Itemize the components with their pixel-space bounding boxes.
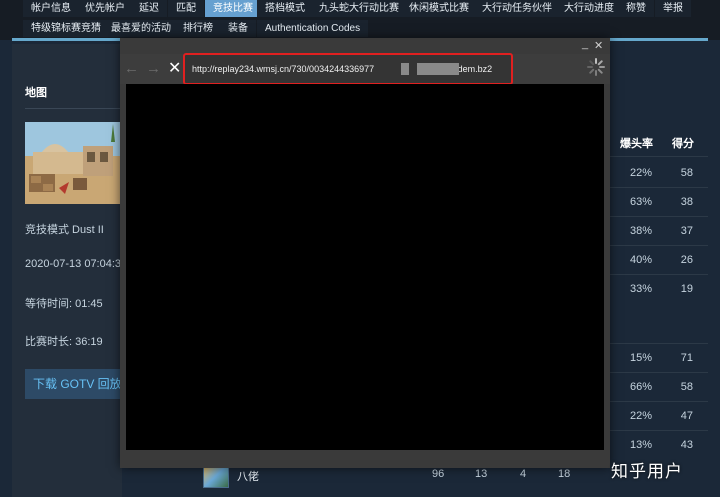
tab-favorite-events[interactable]: 最喜爱的活动 [103, 20, 179, 37]
download-gotv-button[interactable]: 下载 GOTV 回放 [25, 369, 125, 399]
row-divider [605, 430, 708, 431]
player-name[interactable]: 八佬 [237, 468, 259, 484]
window-titlebar: _ ✕ [120, 38, 610, 54]
headshot-rate-cell: 22% [629, 410, 652, 422]
match-datetime: 2020-07-13 07:04:30 [25, 258, 128, 270]
map-mode-label: 竞技模式 Dust II [25, 224, 104, 236]
tab-loadout[interactable]: 装备 [220, 20, 256, 37]
headshot-rate-cell: 38% [629, 225, 652, 237]
match-duration: 比赛时长: 36:19 [25, 336, 103, 348]
score-cell: 58 [680, 381, 693, 393]
score-cell: 47 [680, 410, 693, 422]
tab-major-pickem[interactable]: 特级锦标赛竞猜 [23, 20, 109, 37]
score-cell: 43 [680, 439, 693, 451]
headshot-rate-cell: 22% [629, 167, 652, 179]
score-cell: 37 [680, 225, 693, 237]
row-divider [605, 401, 708, 402]
tab-matchmaking[interactable]: 匹配 [168, 0, 204, 17]
score-header: 得分 [672, 138, 694, 150]
tab-leaderboards[interactable]: 排行榜 [175, 20, 221, 37]
headshot-rate-cell: 15% [629, 352, 652, 364]
url-redaction-mask [417, 63, 459, 75]
score-cell: 19 [680, 283, 693, 295]
row-divider [605, 372, 708, 373]
headshot-rate-cell: 13% [629, 439, 652, 451]
row-divider [605, 343, 708, 344]
score-cell: 26 [680, 254, 693, 266]
headshot-rate-header: 爆头率 [620, 138, 653, 150]
tab-competitive[interactable]: 竞技比赛 [205, 0, 261, 17]
row-divider [605, 156, 708, 157]
tab-reports[interactable]: 举报 [655, 0, 691, 17]
row-divider [605, 245, 708, 246]
tab-latency[interactable]: 延迟 [131, 0, 167, 17]
url-redaction-mask [401, 63, 409, 75]
tab-authentication-codes[interactable]: Authentication Codes [257, 20, 369, 37]
tab-wingman[interactable]: 搭档模式 [257, 0, 313, 17]
assists-cell: 4 [520, 468, 527, 480]
section-divider [25, 108, 120, 109]
url-prefix: http://replay234.wmsj.cn/730/00342443369… [192, 64, 375, 74]
minimize-button[interactable]: _ [582, 38, 588, 50]
score-cell: 38 [680, 196, 693, 208]
tab-hydra-operation[interactable]: 九头蛇大行动比赛 [311, 0, 407, 17]
headshot-rate-cell: 33% [629, 283, 652, 295]
tab-operation-partner[interactable]: 大行动任务伙伴 [474, 0, 560, 17]
browser-content-area [126, 84, 604, 450]
ping-cell: 96 [432, 468, 445, 480]
kills-cell: 13 [475, 468, 488, 480]
wait-time: 等待时间: 01:45 [25, 298, 103, 310]
match-info-panel [12, 44, 122, 497]
stop-loading-icon[interactable]: ✕ [168, 60, 181, 78]
row-divider [605, 187, 708, 188]
score-cell: 71 [680, 352, 693, 364]
score-cell: 58 [680, 167, 693, 179]
url-bar[interactable]: http://replay234.wmsj.cn/730/00342443369… [183, 53, 513, 85]
tab-casual[interactable]: 休闲模式比赛 [401, 0, 477, 17]
top-tab-strip: 帐户信息 优先帐户 延迟 匹配 竞技比赛 搭档模式 九头蛇大行动比赛 休闲模式比… [0, 0, 720, 41]
headshot-rate-cell: 63% [629, 196, 652, 208]
tab-commends[interactable]: 称赞 [618, 0, 654, 17]
row-divider [605, 216, 708, 217]
map-section-title: 地图 [25, 87, 47, 99]
window-close-button[interactable]: ✕ [594, 40, 603, 52]
watermark: 知乎用户 [611, 462, 683, 482]
deaths-cell: 18 [558, 468, 571, 480]
headshot-rate-cell: 40% [629, 254, 652, 266]
tab-prime-account[interactable]: 优先帐户 [77, 0, 133, 17]
back-arrow-icon[interactable]: ← [124, 60, 139, 78]
loading-spinner-icon [587, 58, 605, 76]
row-divider [605, 274, 708, 275]
tab-operation-progress[interactable]: 大行动进度 [556, 0, 622, 17]
headshot-rate-cell: 66% [629, 381, 652, 393]
forward-arrow-icon[interactable]: → [146, 60, 161, 78]
replay-browser-window: _ ✕ ← → ✕ http://replay234.wmsj.cn/730/0… [120, 38, 610, 468]
tab-account-info[interactable]: 帐户信息 [23, 0, 79, 17]
map-thumbnail [25, 122, 120, 204]
